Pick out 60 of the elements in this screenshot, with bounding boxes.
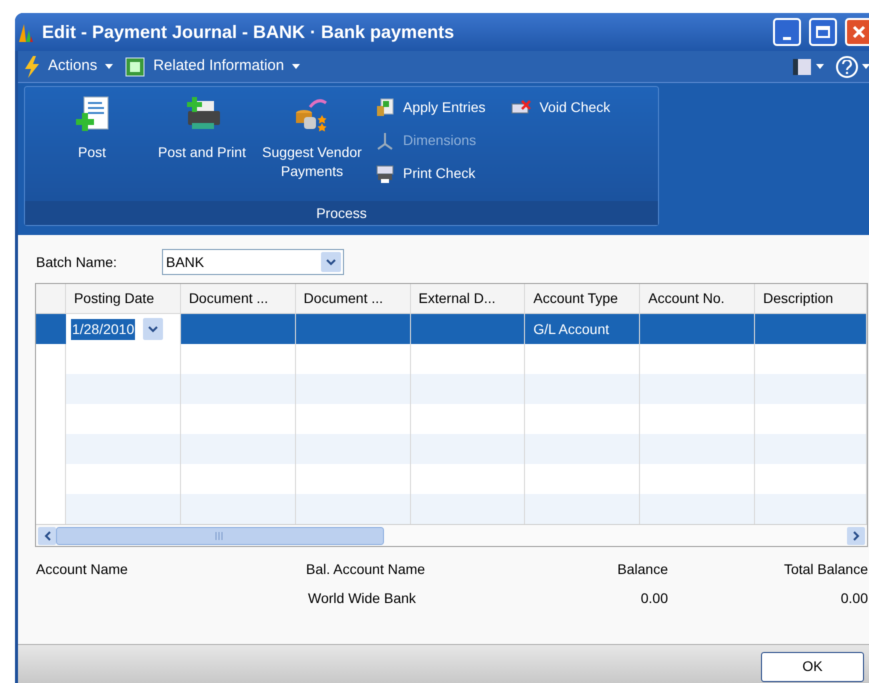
maximize-button[interactable]	[809, 18, 837, 46]
form-icon	[125, 56, 146, 76]
maximize-icon	[816, 26, 830, 38]
apply-entries-icon	[375, 98, 395, 118]
ribbon-button[interactable]: Suggest Vendor Payments	[257, 91, 367, 201]
axes-icon	[375, 130, 395, 150]
summary-label: Balance	[616, 560, 668, 579]
caret-icon	[105, 64, 114, 69]
grip-icon	[215, 532, 225, 540]
ribbon-button[interactable]: Post	[37, 91, 147, 201]
ribbon-button[interactable]: Void Check	[511, 91, 610, 124]
ribbon-button[interactable]: Apply Entries	[375, 91, 486, 124]
group-label: Process	[316, 204, 367, 222]
column-header[interactable]: Document ...	[296, 284, 411, 313]
table-cell-text: G/L Account	[533, 320, 610, 338]
caret-icon	[816, 64, 824, 69]
column-header[interactable]: Document ...	[180, 284, 296, 313]
column-header[interactable]: Account Type	[525, 284, 640, 313]
column-header[interactable]: External D...	[410, 284, 526, 313]
date-input[interactable]: 1/28/2010	[70, 318, 136, 340]
scroll-right-button[interactable]	[847, 526, 865, 544]
layout-button[interactable]	[792, 58, 824, 76]
close-icon	[852, 25, 866, 39]
window-title: Edit - Payment Journal - BANK · Bank payments	[42, 20, 456, 44]
batch-name-dropdown[interactable]: BANK	[162, 249, 344, 275]
caret-icon	[292, 64, 300, 69]
column-header[interactable]: Account No.	[640, 284, 756, 313]
caret-icon	[862, 64, 869, 69]
panel-icon	[792, 58, 812, 76]
summary-value: 0.00	[840, 589, 868, 608]
lightning-icon	[24, 56, 40, 78]
chevron-down-icon	[326, 258, 336, 266]
menu-button[interactable]: Actions	[24, 55, 114, 78]
check-printer-icon	[375, 164, 395, 184]
menu-button[interactable]: Related Information	[125, 55, 300, 78]
summary-label: Total Balance	[782, 560, 868, 579]
chevron-right-icon	[852, 530, 860, 540]
ribbon-button[interactable]: Print Check	[375, 157, 486, 190]
close-button[interactable]	[845, 18, 869, 46]
field-label: Batch Name:	[36, 252, 118, 272]
help-button[interactable]	[836, 56, 869, 78]
ribbon-button[interactable]: Post and Print	[147, 91, 257, 201]
grid-row[interactable]: 1/28/2010 G/L Account	[36, 314, 867, 344]
column-header[interactable]: Posting Date	[66, 284, 181, 313]
summary-value: World Wide Bank	[307, 589, 417, 608]
chevron-left-icon	[44, 530, 50, 540]
scroll-thumb[interactable]	[56, 526, 384, 544]
summary-label: Bal. Account Name	[306, 560, 426, 579]
summary-label: Account Name	[36, 560, 129, 579]
minimize-icon	[783, 37, 791, 40]
date-dropdown-button[interactable]	[143, 318, 164, 340]
ok-button[interactable]: OK	[761, 652, 864, 682]
column-header[interactable]: Description	[755, 284, 867, 313]
app-logo-icon	[18, 22, 34, 42]
summary-value: 0.00	[640, 589, 668, 608]
minimize-button[interactable]	[773, 18, 801, 46]
chevron-down-icon	[148, 326, 158, 332]
help-icon	[836, 56, 858, 78]
horizontal-scrollbar[interactable]	[36, 524, 867, 546]
scroll-left-button[interactable]	[38, 526, 56, 544]
